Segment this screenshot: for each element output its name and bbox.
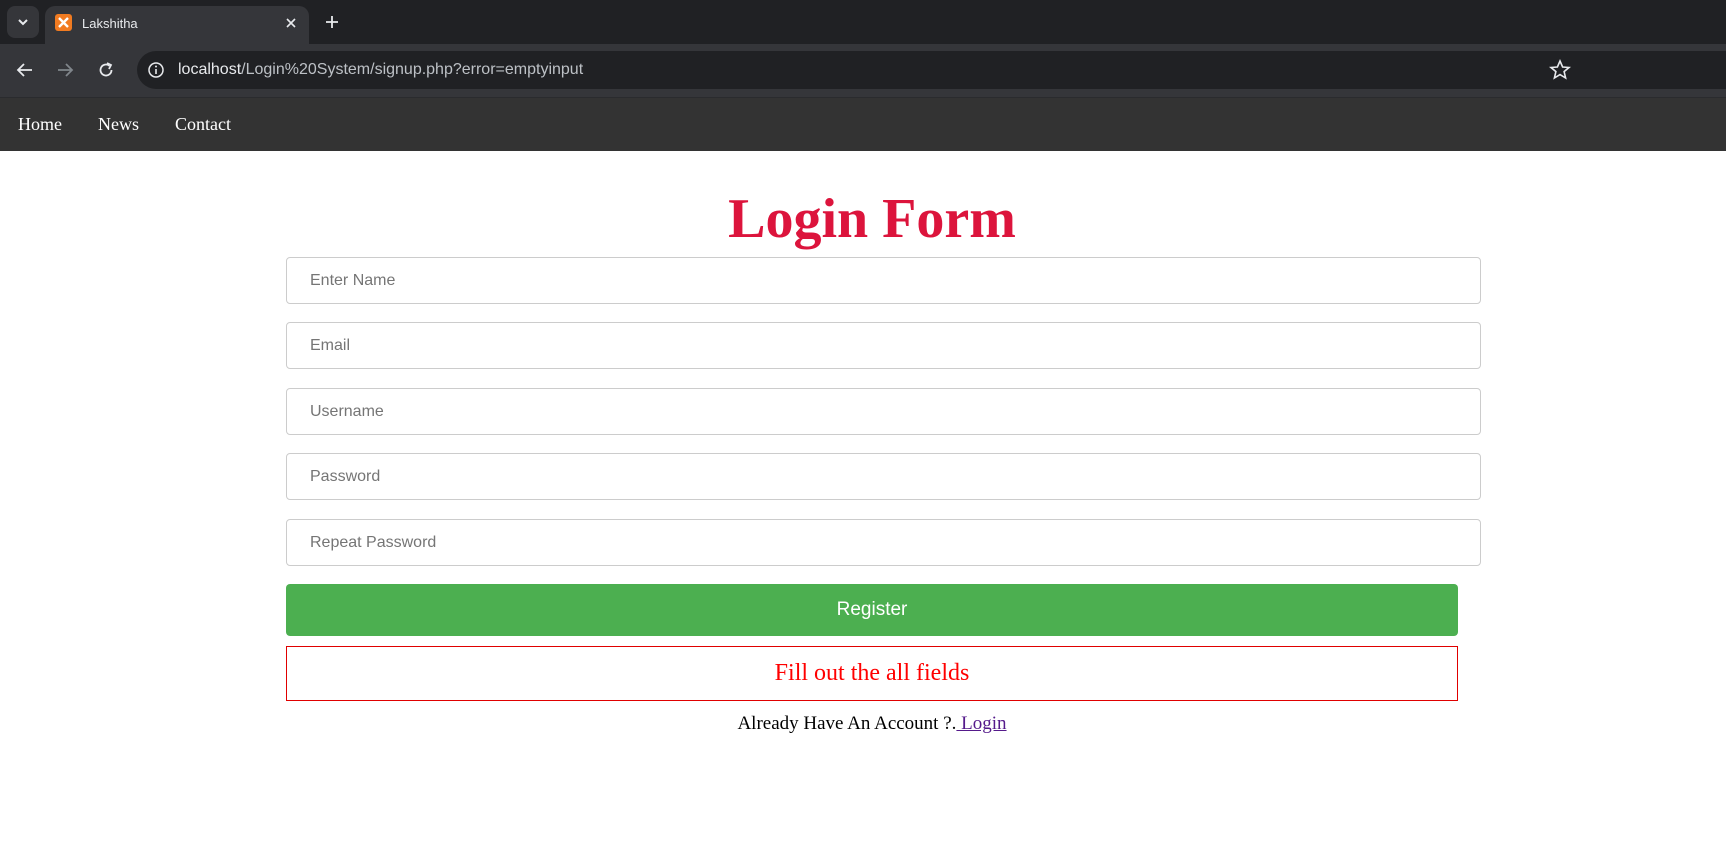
page-title: Login Form (728, 188, 1016, 250)
url-text: localhost/Login%20System/signup.php?erro… (178, 61, 583, 79)
tab-list-button[interactable] (7, 6, 39, 38)
nav-link-contact[interactable]: Contact (157, 114, 249, 135)
browser-toolbar: localhost/Login%20System/signup.php?erro… (0, 44, 1726, 98)
username-field[interactable] (286, 388, 1481, 435)
nav-link-home[interactable]: Home (0, 114, 80, 135)
email-field[interactable] (286, 322, 1481, 369)
name-field[interactable] (286, 257, 1481, 304)
url-host: localhost (178, 61, 242, 78)
address-bar[interactable]: localhost/Login%20System/signup.php?erro… (137, 51, 1726, 89)
browser-tab-bar: Lakshitha (0, 0, 1726, 44)
account-prompt-line: Already Have An Account ?. Login (0, 713, 1726, 735)
reload-icon (99, 62, 113, 77)
reload-button[interactable] (91, 55, 121, 85)
new-tab-button[interactable] (318, 8, 346, 36)
chevron-down-icon (18, 19, 28, 26)
url-path: /Login%20System/signup.php?error=emptyin… (241, 61, 584, 78)
error-message: Fill out the all fields (286, 646, 1458, 701)
login-link[interactable]: Login (956, 713, 1006, 734)
account-prompt-text: Already Have An Account ?. (737, 713, 957, 734)
forward-button[interactable] (50, 55, 80, 85)
site-nav: Home News Contact (0, 98, 1726, 151)
forward-arrow-icon (58, 63, 74, 77)
password-field[interactable] (286, 453, 1481, 500)
back-arrow-icon (16, 63, 32, 77)
browser-tab[interactable]: Lakshitha (45, 6, 309, 44)
back-button[interactable] (10, 55, 40, 85)
xampp-icon (55, 14, 72, 31)
close-icon[interactable] (281, 13, 301, 33)
plus-icon (326, 16, 338, 28)
register-button[interactable]: Register (286, 584, 1458, 636)
repeat-password-field[interactable] (286, 519, 1481, 566)
info-icon[interactable] (145, 59, 167, 81)
nav-link-news[interactable]: News (80, 114, 157, 135)
star-icon[interactable] (1548, 58, 1572, 82)
tab-title: Lakshitha (82, 16, 138, 31)
